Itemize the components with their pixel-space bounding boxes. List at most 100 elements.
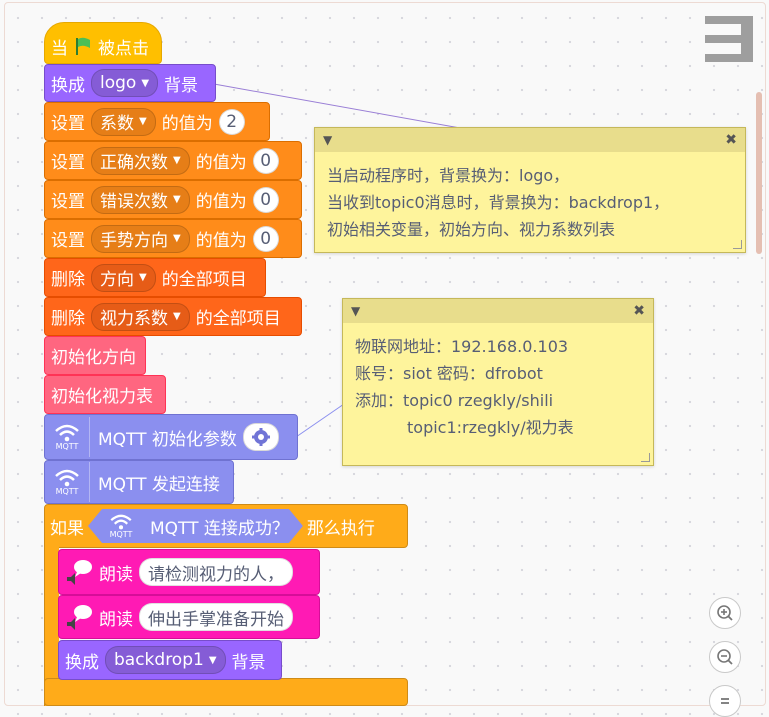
dropdown-caret-icon: ▼ — [208, 654, 217, 666]
switch-label: 换成 — [51, 75, 85, 96]
backdrop-value: logo — [100, 73, 137, 93]
mqtt-init-params-block[interactable]: MQTT MQTT 初始化参数 — [44, 414, 298, 460]
speaker-icon — [63, 557, 93, 587]
speak-text-input[interactable]: 伸出手掌准备开始 — [139, 603, 293, 631]
list-name: 方向 — [100, 270, 134, 290]
then-label: 那么执行 — [306, 518, 375, 539]
set-label: 设置 — [51, 231, 85, 251]
switch-backdrop1-block[interactable]: 换成 backdrop1 ▼ 背景 — [58, 640, 282, 680]
variable-dropdown[interactable]: 系数 ▼ — [91, 107, 156, 136]
variable-dropdown[interactable]: 手势方向 ▼ — [91, 224, 190, 253]
variable-name: 手势方向 — [100, 231, 168, 251]
delete-vision-list-block[interactable]: 删除 视力系数 ▼ 的全部项目 — [44, 297, 302, 336]
when-flag-clicked-block[interactable]: 当 被点击 — [44, 22, 162, 64]
set-label: 设置 — [51, 114, 85, 134]
comment-text[interactable]: 当启动程序时，背景换为：logo， 当收到topic0消息时，背景换为：back… — [315, 152, 745, 253]
backdrop-label: 背景 — [164, 75, 199, 96]
speak-block-1[interactable]: 朗读 请检测视力的人， — [58, 549, 320, 595]
comment-line: topic1:rzegkly/视力表 — [407, 418, 574, 437]
dropdown-caret-icon: ▼ — [139, 272, 147, 283]
mqtt-connected-condition[interactable]: MQTT MQTT 连接成功？ — [88, 509, 303, 543]
set-correct-count-block[interactable]: 设置 正确次数 ▼ 的值为 0 — [44, 141, 302, 180]
green-flag-icon — [76, 37, 90, 55]
value-input[interactable]: 0 — [252, 225, 279, 252]
backdrop-value: backdrop1 — [114, 650, 204, 670]
gear-settings-button[interactable] — [242, 423, 279, 451]
comment-note-1[interactable]: ▼ ✖ 当启动程序时，背景换为：logo， 当收到topic0消息时，背景换为：… — [314, 127, 746, 253]
zoom-reset-icon — [721, 698, 729, 704]
set-wrong-count-block[interactable]: 设置 错误次数 ▼ 的值为 0 — [44, 180, 302, 219]
menu-icon[interactable] — [705, 16, 753, 62]
speak-block-2[interactable]: 朗读 伸出手掌准备开始 — [58, 595, 320, 639]
value-input[interactable]: 0 — [252, 147, 279, 174]
switch-backdrop-logo-block[interactable]: 换成 logo ▼ 背景 — [44, 64, 216, 102]
init-direction-label: 初始化方向 — [51, 348, 136, 368]
comment-note-2[interactable]: ▼ ✖ 物联网地址：192.168.0.103 账号：siot 密码：dfrob… — [342, 298, 654, 466]
resize-handle[interactable] — [733, 240, 742, 249]
mqtt-extension-icon: MQTT — [49, 417, 90, 457]
value-input[interactable]: 0 — [252, 186, 279, 213]
value-input[interactable]: 2 — [218, 108, 245, 135]
list-dropdown[interactable]: 视力系数 ▼ — [91, 302, 190, 331]
mqtt-extension-icon: MQTT — [104, 510, 142, 542]
speak-label: 朗读 — [99, 609, 133, 630]
list-dropdown[interactable]: 方向 ▼ — [91, 263, 156, 292]
backdrop-dropdown[interactable]: logo ▼ — [91, 69, 159, 97]
variable-name: 错误次数 — [100, 192, 168, 212]
zoom-in-button[interactable] — [709, 597, 741, 629]
resize-handle[interactable] — [641, 453, 650, 462]
set-coefficient-block[interactable]: 设置 系数 ▼ 的值为 2 — [44, 102, 270, 141]
variable-name: 系数 — [100, 114, 134, 134]
backdrop-dropdown[interactable]: backdrop1 ▼ — [105, 646, 226, 674]
list-name: 视力系数 — [100, 309, 168, 329]
variable-name: 正确次数 — [100, 153, 168, 173]
close-icon[interactable]: ✖ — [633, 303, 645, 319]
zoom-out-button[interactable] — [709, 641, 741, 673]
comment-line: 账号：siot 密码：dfrobot — [355, 364, 543, 383]
init-vision-table-block[interactable]: 初始化视力表 — [44, 375, 166, 414]
comment-header[interactable]: ▼ ✖ — [343, 299, 653, 323]
mqtt-connect-block[interactable]: MQTT MQTT 发起连接 — [44, 460, 234, 504]
variable-dropdown[interactable]: 正确次数 ▼ — [91, 146, 190, 175]
collapse-caret-icon[interactable]: ▼ — [323, 133, 332, 147]
mqtt-icon-label: MQTT — [109, 529, 133, 539]
set-label: 设置 — [51, 192, 85, 212]
variable-dropdown[interactable]: 错误次数 ▼ — [91, 185, 190, 214]
value-label: 的值为 — [161, 114, 213, 134]
init-direction-block[interactable]: 初始化方向 — [44, 336, 146, 375]
when-label: 当 — [51, 38, 68, 59]
dropdown-caret-icon: ▼ — [141, 77, 150, 89]
vertical-scrollbar[interactable] — [756, 92, 762, 254]
dropdown-caret-icon: ▼ — [173, 194, 181, 205]
init-vision-label: 初始化视力表 — [51, 387, 153, 407]
delete-label: 删除 — [51, 270, 85, 290]
comment-line: 当启动程序时，背景换为：logo， — [327, 166, 570, 185]
speak-text-input[interactable]: 请检测视力的人， — [139, 558, 293, 586]
wifi-icon — [55, 424, 79, 441]
when-flag-clicked-label: 被点击 — [98, 38, 149, 59]
mqtt-icon-label: MQTT — [55, 486, 79, 496]
mqtt-icon-label: MQTT — [55, 441, 79, 451]
value-label: 的值为 — [195, 231, 247, 251]
comment-header[interactable]: ▼ ✖ — [315, 128, 745, 152]
set-gesture-direction-block[interactable]: 设置 手势方向 ▼ 的值为 0 — [44, 219, 302, 258]
comment-line: 初始相关变量，初始方向、视力系数列表 — [327, 220, 616, 239]
speaker-icon — [63, 602, 93, 632]
dropdown-caret-icon: ▼ — [139, 116, 147, 127]
mqtt-init-label: MQTT 初始化参数 — [98, 429, 237, 450]
set-label: 设置 — [51, 153, 85, 173]
collapse-caret-icon[interactable]: ▼ — [351, 304, 360, 318]
dropdown-caret-icon: ▼ — [173, 311, 181, 322]
zoom-out-icon — [717, 649, 733, 665]
backdrop-label: 背景 — [231, 652, 266, 673]
mqtt-connect-label: MQTT 发起连接 — [98, 474, 220, 495]
zoom-reset-button[interactable] — [709, 685, 741, 717]
close-icon[interactable]: ✖ — [725, 132, 737, 148]
wifi-icon — [55, 469, 79, 486]
comment-text[interactable]: 物联网地址：192.168.0.103 账号：siot 密码：dfrobot 添… — [343, 323, 653, 451]
comment-line: 当收到topic0消息时，背景换为：backdrop1， — [327, 193, 670, 212]
delete-direction-list-block[interactable]: 删除 方向 ▼ 的全部项目 — [44, 258, 266, 297]
value-label: 的值为 — [195, 153, 247, 173]
mqtt-extension-icon: MQTT — [49, 462, 90, 502]
speak-label: 朗读 — [99, 564, 133, 585]
